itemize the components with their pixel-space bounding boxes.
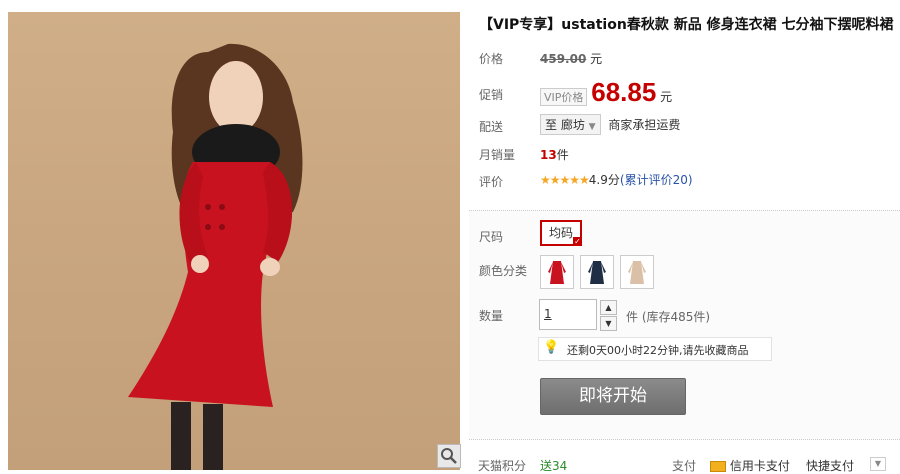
promo-price-unit: 元 <box>660 90 673 104</box>
promo-label: 促销 <box>479 88 504 102</box>
original-price-label: 价格 <box>479 52 504 66</box>
shipping-row: 至 廊坊 ▼ 商家承担运费 <box>540 114 680 135</box>
rating-score: 4.9分 <box>588 173 620 187</box>
pay-label: 支付 <box>672 459 697 473</box>
monthly-sales-unit: 件 <box>556 148 569 162</box>
lightbulb-icon: 💡 <box>543 340 560 355</box>
promo-price-row: VIP价格 68.85 元 <box>540 77 672 108</box>
quantity-label: 数量 <box>479 309 504 323</box>
countdown-text: 还剩0天00小时22分钟,请先收藏商品 <box>567 344 749 357</box>
rating-row: ★★★★★4.9分(累计评价20) <box>540 171 693 188</box>
quantity-unit: 件 <box>626 310 639 324</box>
rating-label: 评价 <box>479 175 504 189</box>
countdown-tip: 💡 还剩0天00小时22分钟,请先收藏商品 <box>538 337 772 361</box>
shipping-destination-select[interactable]: 至 廊坊 ▼ <box>540 114 601 135</box>
zoom-icon[interactable] <box>437 444 461 468</box>
product-title: 【VIP专享】ustation春秋款 新品 修身连衣裙 七分袖下摆呢料裙 <box>479 17 894 33</box>
coming-soon-button[interactable]: 即将开始 <box>540 378 686 415</box>
chevron-down-icon: ▼ <box>605 319 612 328</box>
original-price-unit: 元 <box>590 52 603 66</box>
stock-text: (库存485件) <box>641 310 711 324</box>
color-swatch-beige[interactable] <box>620 255 654 289</box>
color-swatch-red[interactable] <box>540 255 574 289</box>
quantity-value: 1 <box>544 307 552 321</box>
model-illustration <box>128 43 303 470</box>
rating-stars-icon: ★★★★★ <box>540 173 590 187</box>
rating-count-link[interactable]: (累计评价20) <box>620 173 693 187</box>
color-label: 颜色分类 <box>479 264 528 278</box>
original-price: 459.00 元 <box>540 50 602 67</box>
check-icon: ✓ <box>573 237 582 246</box>
credit-card-icon <box>710 461 726 472</box>
original-price-value: 459.00 <box>540 52 587 66</box>
quantity-decrease-button[interactable]: ▼ <box>600 316 617 331</box>
chevron-down-icon[interactable]: ▼ <box>870 457 886 471</box>
quantity-input[interactable]: 1 <box>539 299 597 330</box>
size-option-button[interactable]: 均码 ✓ <box>540 220 582 246</box>
size-option-label: 均码 <box>548 226 573 240</box>
monthly-sales-label: 月销量 <box>479 148 516 162</box>
monthly-sales: 13件 <box>540 146 569 163</box>
promo-price: 68.85 <box>591 77 657 107</box>
color-swatch-navy[interactable] <box>580 255 614 289</box>
product-image[interactable] <box>8 12 460 470</box>
chevron-down-icon: ▼ <box>588 122 596 132</box>
credit-card-pay[interactable]: 信用卡支付 <box>710 457 790 474</box>
points-label: 天猫积分 <box>478 459 527 473</box>
stock-info: 件 (库存485件) <box>626 308 710 325</box>
chevron-up-icon: ▲ <box>605 303 612 312</box>
points-value: 送34 <box>540 459 568 473</box>
quantity-increase-button[interactable]: ▲ <box>600 300 617 315</box>
shipping-note: 商家承担运费 <box>608 118 681 132</box>
monthly-sales-count: 13 <box>540 148 557 162</box>
quick-pay[interactable]: 快捷支付 <box>806 457 854 474</box>
vip-price-tag: VIP价格 <box>540 88 588 106</box>
shipping-label: 配送 <box>479 120 504 134</box>
shipping-destination: 至 廊坊 <box>545 118 585 132</box>
size-label: 尺码 <box>479 230 504 244</box>
